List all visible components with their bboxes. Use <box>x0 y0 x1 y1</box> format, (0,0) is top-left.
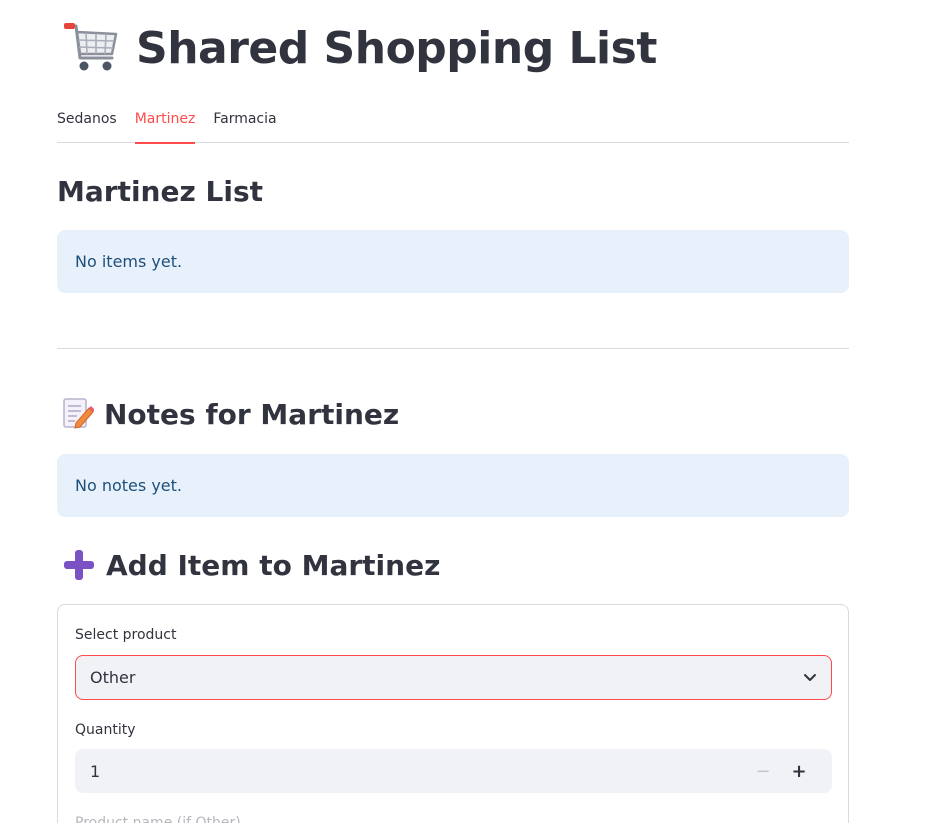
add-item-heading: Add Item to Martinez <box>62 548 440 582</box>
list-heading: Martinez List <box>57 175 263 208</box>
notes-empty-text: No notes yet. <box>75 476 182 495</box>
tab-martinez[interactable]: Martinez <box>134 105 195 144</box>
product-select-value: Other <box>90 668 136 687</box>
notes-empty-alert: No notes yet. <box>57 454 849 517</box>
notes-heading-text: Notes for Martinez <box>104 397 400 431</box>
product-select[interactable]: Other <box>75 655 832 700</box>
select-product-label: Select product <box>75 627 177 643</box>
app-page: Shared Shopping List Sedanos Martinez Fa… <box>0 0 939 823</box>
plus-icon <box>64 550 94 580</box>
page-title: Shared Shopping List <box>136 22 657 74</box>
memo-icon <box>63 398 94 429</box>
tab-sedanos[interactable]: Sedanos <box>57 105 117 143</box>
add-item-heading-text: Add Item to Martinez <box>106 548 441 582</box>
page-title-row: Shared Shopping List <box>62 18 657 78</box>
decrement-button[interactable]: − <box>745 749 781 793</box>
quantity-label: Quantity <box>75 722 136 738</box>
tab-farmacia[interactable]: Farmacia <box>213 105 276 143</box>
add-item-form: Select product Other Quantity 1 − + Prod… <box>57 604 849 823</box>
quantity-stepper[interactable]: 1 − + <box>75 749 832 793</box>
section-divider <box>57 348 849 349</box>
store-tabs: Sedanos Martinez Farmacia <box>57 105 849 144</box>
shopping-cart-icon <box>64 23 118 71</box>
list-heading-text: Martinez List <box>57 175 264 208</box>
increment-button[interactable]: + <box>781 749 817 793</box>
items-empty-text: No items yet. <box>75 252 183 271</box>
notes-heading: Notes for Martinez <box>62 397 399 431</box>
quantity-value[interactable]: 1 <box>90 762 745 781</box>
product-name-label-partial: Product name (if Other) <box>75 815 241 823</box>
chevron-down-icon <box>804 673 816 681</box>
items-empty-alert: No items yet. <box>57 230 849 293</box>
